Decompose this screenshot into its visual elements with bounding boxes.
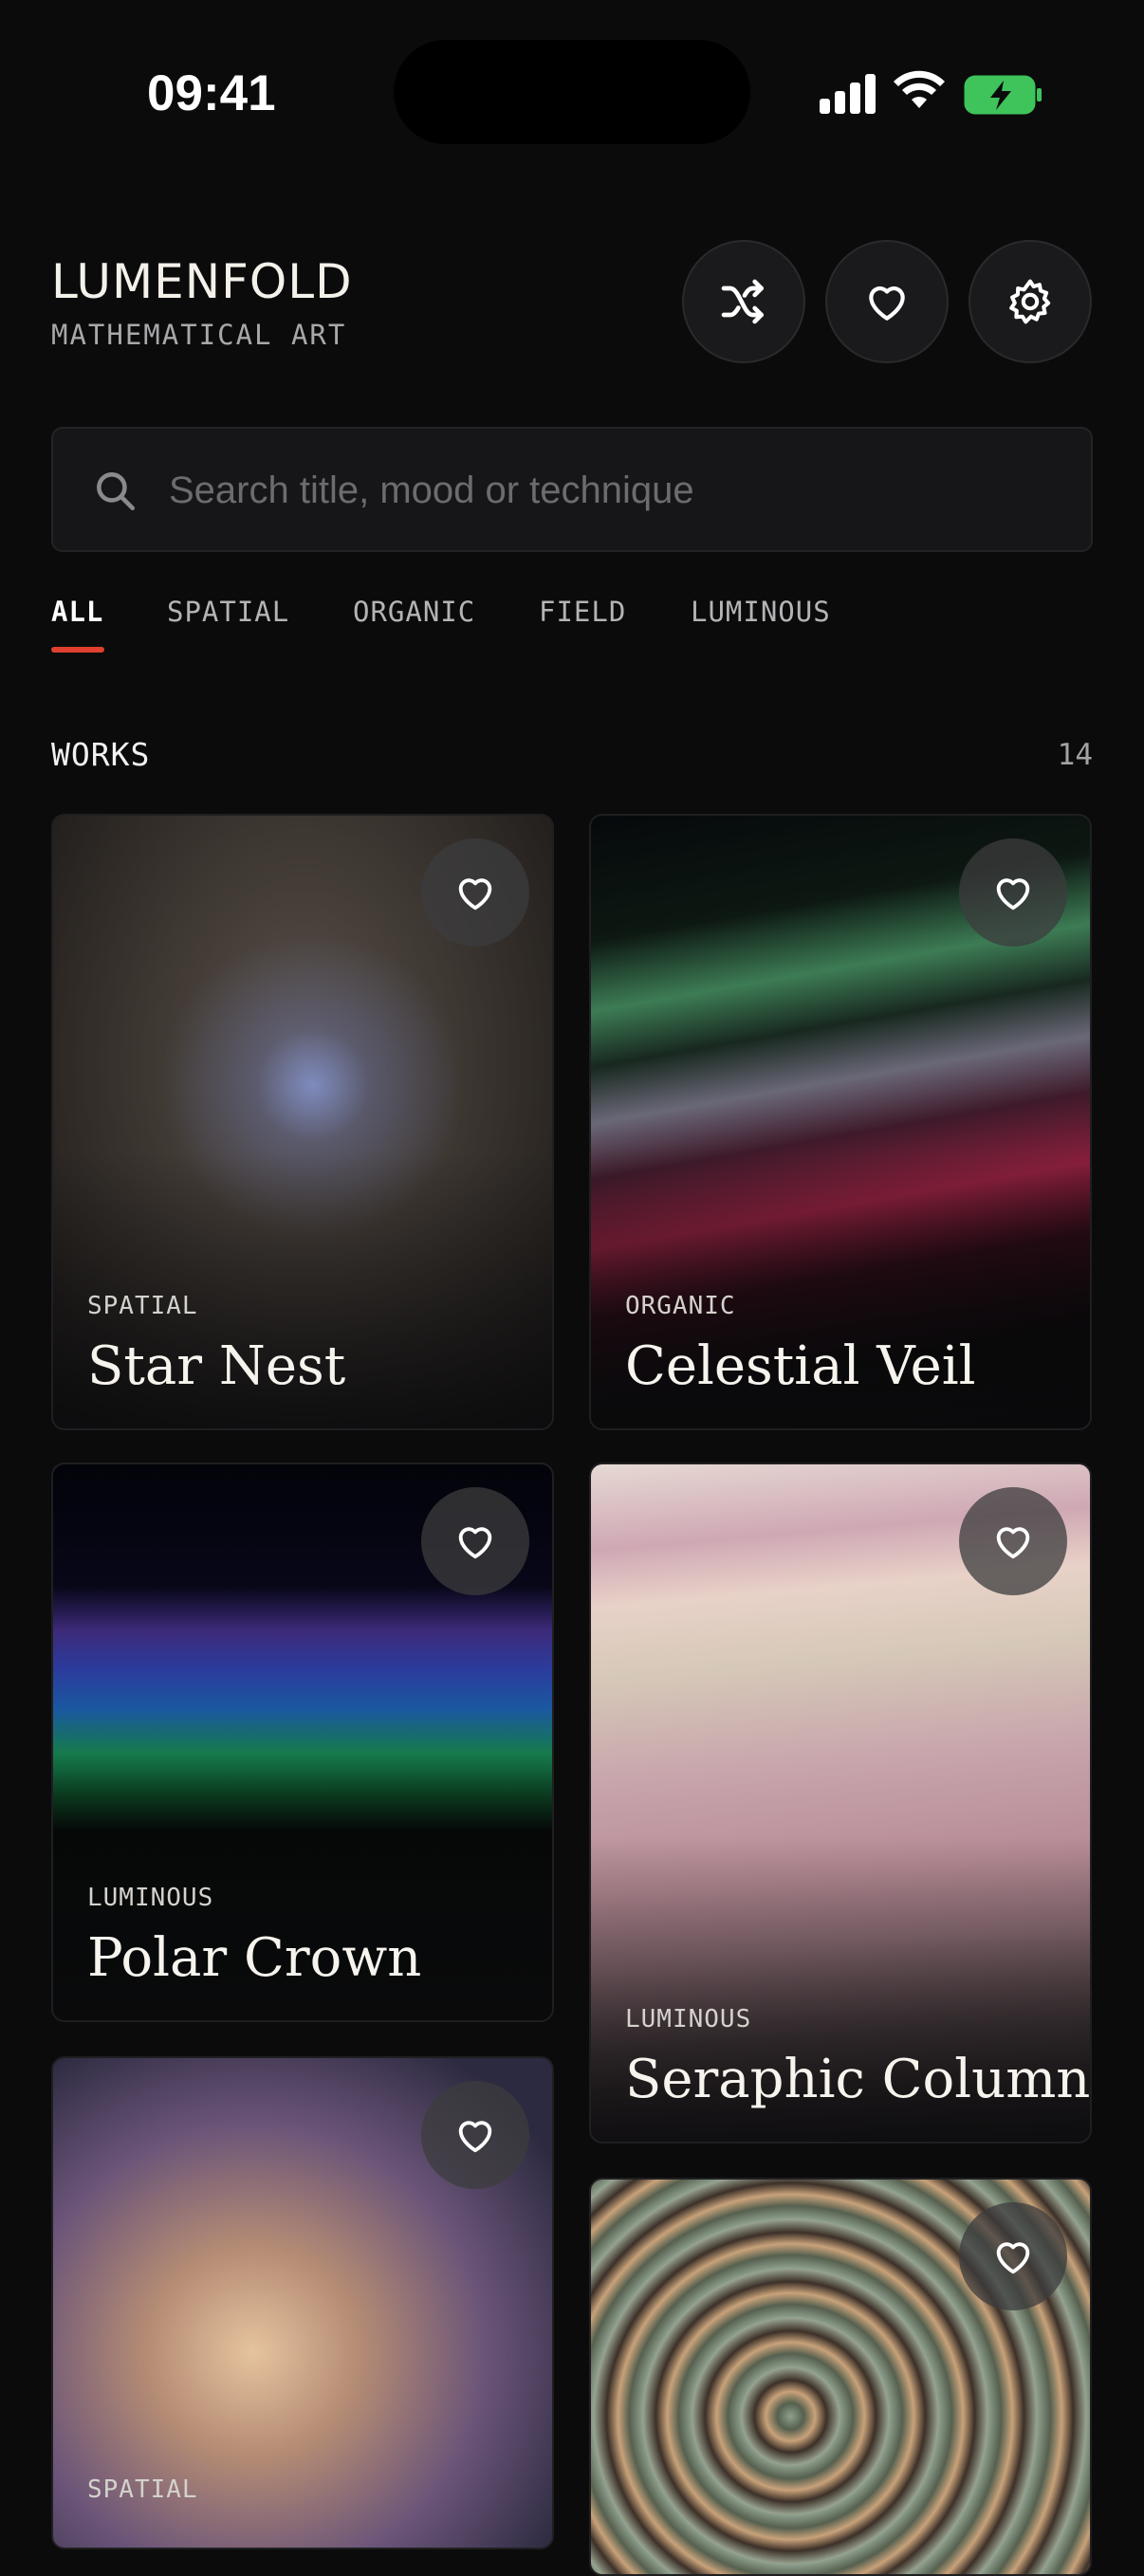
heart-icon	[458, 1527, 492, 1559]
artwork-card[interactable]: LUMINOUS Seraphic Column	[589, 1463, 1092, 2144]
tab-organic[interactable]: ORGANIC	[353, 596, 475, 628]
artwork-card[interactable]	[589, 2178, 1092, 2576]
status-bar: 09:41	[0, 0, 1144, 180]
shuffle-icon	[721, 279, 764, 324]
card-category: SPATIAL	[87, 2475, 198, 2504]
heart-icon	[996, 878, 1030, 911]
cellular-signal-icon	[820, 74, 876, 114]
favorite-button[interactable]	[959, 838, 1067, 947]
artwork-card[interactable]: ORGANIC Celestial Veil	[589, 814, 1092, 1430]
wifi-icon	[894, 70, 945, 108]
artwork-card[interactable]: SPATIAL Star Nest	[51, 814, 554, 1430]
heart-icon	[869, 286, 905, 321]
search-bar[interactable]	[51, 427, 1093, 552]
card-title: Celestial Veil	[625, 1335, 976, 1397]
tab-spatial[interactable]: SPATIAL	[167, 596, 289, 628]
card-title: Polar Crown	[87, 1927, 422, 1989]
favorite-button[interactable]	[421, 838, 529, 947]
heart-icon	[458, 878, 492, 911]
favorites-button[interactable]	[825, 240, 949, 363]
heart-icon	[458, 2121, 492, 2153]
app-subtitle: MATHEMATICAL ART	[51, 319, 347, 351]
gear-icon	[1009, 279, 1051, 324]
search-icon	[97, 472, 136, 511]
favorite-button[interactable]	[421, 2081, 529, 2189]
card-title: Seraphic Column	[625, 2049, 1091, 2110]
tab-all[interactable]: ALL	[51, 596, 103, 628]
favorite-button[interactable]	[959, 2202, 1067, 2310]
artwork-card[interactable]: SPATIAL	[51, 2056, 554, 2549]
heart-icon	[996, 1527, 1030, 1559]
favorite-button[interactable]	[959, 1487, 1067, 1595]
card-title: Star Nest	[87, 1335, 346, 1397]
card-category: SPATIAL	[87, 1292, 198, 1320]
favorite-button[interactable]	[421, 1487, 529, 1595]
dynamic-island	[394, 40, 750, 144]
card-category: LUMINOUS	[87, 1884, 214, 1912]
app-title: LUMENFOLD	[51, 254, 353, 309]
status-time: 09:41	[147, 65, 276, 121]
shuffle-button[interactable]	[682, 240, 805, 363]
active-tab-indicator	[51, 647, 104, 653]
tab-field[interactable]: FIELD	[539, 596, 626, 628]
battery-charging-icon	[964, 75, 1042, 115]
works-heading: WORKS	[51, 736, 151, 773]
settings-button[interactable]	[969, 240, 1092, 363]
search-input[interactable]	[167, 429, 1072, 552]
card-category: LUMINOUS	[625, 2005, 752, 2033]
works-count: 14	[1057, 738, 1093, 772]
card-category: ORGANIC	[625, 1292, 736, 1320]
artwork-card[interactable]: LUMINOUS Polar Crown	[51, 1463, 554, 2022]
heart-icon	[996, 2242, 1030, 2274]
tab-luminous[interactable]: LUMINOUS	[691, 596, 831, 628]
